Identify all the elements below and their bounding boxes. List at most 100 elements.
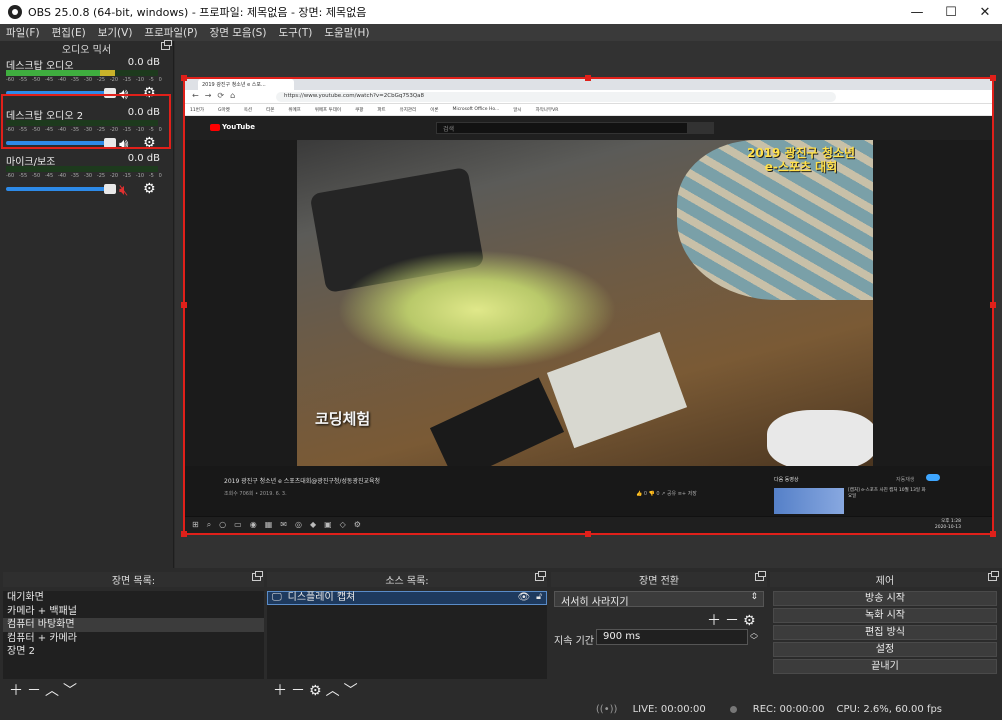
source-name: 디스플레이 캡쳐 <box>287 592 356 603</box>
menu-help[interactable]: 도움말(H) <box>324 25 369 40</box>
audio-mixer-panel: 오디오 믹서 데스크탑 오디오 0.0 dB -60 -55 -50 -45 -40 -3… <box>0 40 174 568</box>
gear-icon[interactable]: ⚙ <box>143 181 156 197</box>
tick: -55 <box>18 173 28 179</box>
remove-icon[interactable]: － <box>27 683 45 699</box>
bookmark: 쿠팡 <box>355 107 364 113</box>
move-down-icon[interactable]: ﹀ <box>63 683 81 699</box>
menu-bar: 파일(F) 편집(E) 보기(V) 프로파일(P) 장면 모음(S) 도구(T)… <box>0 24 1002 41</box>
close-button[interactable]: ✕ <box>968 0 1002 24</box>
tick: 0 <box>158 77 162 83</box>
slider-knob[interactable] <box>104 184 116 194</box>
meter-green <box>6 70 101 76</box>
resize-handle[interactable] <box>181 75 187 81</box>
sources-title-text: 소스 목록: <box>385 576 429 587</box>
resize-handle[interactable] <box>181 531 187 537</box>
tick: -15 <box>122 77 132 83</box>
gear-icon[interactable]: ⚙ <box>743 613 760 629</box>
add-icon[interactable]: ＋ <box>273 683 291 699</box>
scene-item-selected[interactable]: 컴퓨터 바탕화면 <box>3 618 264 632</box>
scene-item[interactable]: 컴퓨터 + 카메라 <box>3 632 264 646</box>
menu-profile[interactable]: 프로파일(P) <box>144 25 197 40</box>
studio-mode-button[interactable]: 편집 방식 <box>773 625 997 640</box>
exit-button[interactable]: 끝내기 <box>773 659 997 674</box>
start-streaming-button[interactable]: 방송 시작 <box>773 591 997 606</box>
scenes-list[interactable]: 대기화면 카메라 + 백패널 컴퓨터 바탕화면 컴퓨터 + 카메라 장면 2 <box>3 591 264 679</box>
rec-status: REC: 00:00:00 <box>718 704 825 715</box>
duration-label: 지속 기간 <box>554 636 594 647</box>
volume-slider[interactable] <box>6 184 116 194</box>
maximize-button[interactable]: ☐ <box>934 0 968 24</box>
video-watermark: 코딩체험 <box>315 410 371 428</box>
speaker-muted-icon[interactable]: 🔇︎ <box>119 181 128 199</box>
bookmark: G마켓 <box>218 107 230 113</box>
minimize-button[interactable]: — <box>900 0 934 24</box>
tick: -35 <box>70 77 80 83</box>
undock-icon[interactable] <box>161 40 172 50</box>
menu-edit[interactable]: 편집(E) <box>52 25 86 40</box>
move-down-icon[interactable]: ﹀ <box>344 683 362 699</box>
resize-handle[interactable] <box>990 75 996 81</box>
youtube-header: YouTube 검색 <box>184 116 993 140</box>
live-status: ((•)) LIVE: 00:00:00 <box>584 704 706 715</box>
remove-icon[interactable]: － <box>725 613 743 629</box>
tick: -10 <box>135 77 145 83</box>
scene-item[interactable]: 대기화면 <box>3 591 264 605</box>
resize-handle[interactable] <box>181 302 187 308</box>
start-recording-button[interactable]: 녹화 시작 <box>773 608 997 623</box>
tick: -5 <box>148 173 154 179</box>
updown-icon: ⇕ <box>750 592 758 602</box>
tick: -35 <box>70 173 80 179</box>
video-actions: 👍 0 👎 0 ↗ 공유 ≡+ 저장 <box>636 491 697 497</box>
scenes-title: 장면 목록: <box>3 571 264 587</box>
youtube-search-icon <box>688 122 714 134</box>
display-capture-preview[interactable]: 2019 광진구 청소년 e 스포... ←→⟳⌂ https://www.yo… <box>184 78 993 534</box>
menu-scene-collection[interactable]: 장면 모음(S) <box>210 25 267 40</box>
resize-handle[interactable] <box>585 531 591 537</box>
menu-file[interactable]: 파일(F) <box>6 25 40 40</box>
video-views: 조회수 706회 • 2019. 6. 3. <box>224 491 287 497</box>
scenes-toolbar: ＋－︿﹀ <box>9 680 81 700</box>
resize-handle[interactable] <box>585 75 591 81</box>
sources-list[interactable]: 🖵︎ 디스플레이 캡쳐 👁︎ 🔓︎ <box>267 591 547 679</box>
duration-spinner[interactable]: ︿ ﹀ <box>750 629 758 645</box>
remove-icon[interactable]: － <box>291 683 309 699</box>
eye-icon[interactable]: 👁︎ <box>517 591 530 605</box>
mixer-channel-mic-aux: 마이크/보조 0.0 dB -60 -55 -50 -45 -40 -35 -30 -25 -2… <box>2 151 168 203</box>
move-up-icon[interactable]: ︿ <box>326 683 344 699</box>
add-icon[interactable]: ＋ <box>707 613 725 629</box>
unlock-icon[interactable]: 🔓︎ <box>536 591 542 605</box>
move-up-icon[interactable]: ︿ <box>45 683 63 699</box>
gear-icon[interactable]: ⚙ <box>309 683 326 699</box>
settings-button[interactable]: 설정 <box>773 642 997 657</box>
undock-icon[interactable] <box>988 571 999 581</box>
source-item[interactable]: 🖵︎ 디스플레이 캡쳐 👁︎ 🔓︎ <box>267 591 547 605</box>
bookmark: 11번가 <box>190 107 205 113</box>
tick: -15 <box>122 173 132 179</box>
scene-item[interactable]: 장면 2 <box>3 645 264 659</box>
duration-input[interactable]: 900 ms <box>596 629 748 645</box>
resize-handle[interactable] <box>990 302 996 308</box>
video-overlay-line: e-스포츠 대회 <box>764 160 838 174</box>
undock-icon[interactable] <box>535 571 546 581</box>
tick: -60 <box>6 77 15 83</box>
menu-tools[interactable]: 도구(T) <box>278 25 312 40</box>
browser-nav-icons: ←→⟳⌂ <box>192 91 242 100</box>
transition-toolbar: ＋－⚙ <box>707 610 760 630</box>
transition-select[interactable]: 서서히 사라지기 ⇕ <box>554 591 764 608</box>
transitions-title-text: 장면 전환 <box>639 576 679 587</box>
sources-title: 소스 목록: <box>267 571 547 587</box>
preview-area[interactable]: 2019 광진구 청소년 e 스포... ←→⟳⌂ https://www.yo… <box>175 41 1002 568</box>
scene-item[interactable]: 카메라 + 백패널 <box>3 605 264 619</box>
taskbar-date: 2020-10-13 <box>934 525 961 530</box>
rec-time: REC: 00:00:00 <box>752 704 825 715</box>
menu-view[interactable]: 보기(V) <box>98 25 133 40</box>
tick: -40 <box>57 173 67 179</box>
add-icon[interactable]: ＋ <box>9 683 27 699</box>
cpu-status: CPU: 2.6%, 60.00 fps <box>836 704 942 715</box>
resize-handle[interactable] <box>990 531 996 537</box>
bookmark: Microsoft Office Ho... <box>452 107 500 112</box>
video-overlay-line: 2019 광진구 청소년 <box>747 146 855 160</box>
channel-db: 0.0 dB <box>127 57 160 68</box>
undock-icon[interactable] <box>252 571 263 581</box>
undock-icon[interactable] <box>755 571 766 581</box>
